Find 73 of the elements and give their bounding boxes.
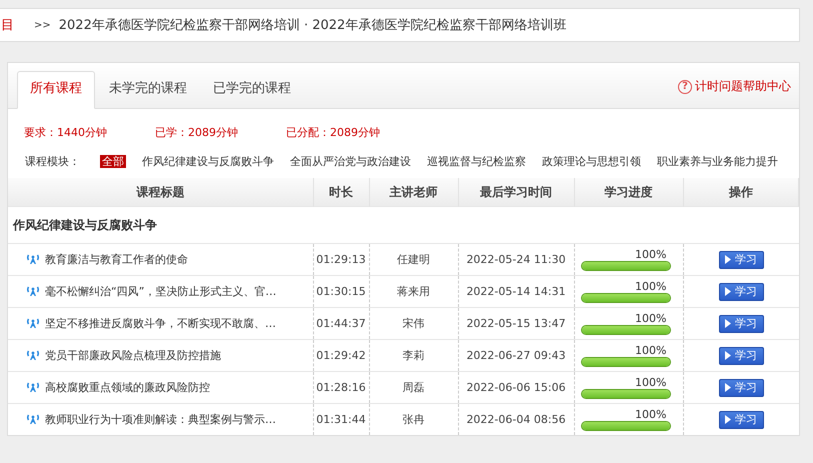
progress-percent: 100% [634, 376, 668, 388]
table-cell: 01:29:13 [313, 244, 369, 276]
table-cell: 宋伟 [369, 308, 458, 340]
table-cell: 周磊 [369, 372, 458, 404]
course-title[interactable]: 高校腐败重点领域的廉政风险防控 [45, 381, 210, 394]
table-cell: 2022-05-24 11:30 [458, 244, 574, 276]
module-filter[interactable]: 职业素养与业务能力提升 [657, 155, 778, 168]
module-label: 课程模块： [25, 155, 80, 168]
course-title[interactable]: 党员干部廉政风险点梳理及防控措施 [45, 349, 221, 362]
table-cell: 01:31:44 [313, 404, 369, 435]
module-filter[interactable]: 全面从严治党与政治建设 [290, 155, 411, 168]
breadcrumb-separator: >> [34, 20, 51, 30]
table-cell: 01:29:42 [313, 340, 369, 372]
column-header: 课程标题 [8, 178, 313, 206]
course-tab[interactable]: 已学完的课程 [201, 72, 303, 108]
broadcast-icon [26, 350, 40, 362]
broadcast-icon [26, 382, 40, 394]
table-cell: 李莉 [369, 340, 458, 372]
study-button[interactable]: 学习 [718, 282, 764, 300]
module-filter[interactable]: 政策理论与思想引领 [542, 155, 641, 168]
module-filter[interactable]: 作风纪律建设与反腐败斗争 [142, 155, 274, 168]
play-icon [725, 415, 731, 424]
group-heading: 作风纪律建设与反腐败斗争 [8, 206, 798, 244]
help-link[interactable]: 计时问题帮助中心 [695, 78, 791, 95]
table-cell: 2022-06-27 09:43 [458, 340, 574, 372]
broadcast-icon [26, 414, 40, 426]
column-header: 主讲老师 [369, 178, 458, 206]
play-icon [725, 319, 731, 328]
play-icon [725, 383, 731, 392]
table-cell: 2022-05-15 13:47 [458, 308, 574, 340]
course-title[interactable]: 教师职业行为十项准则解读：典型案例与警示… [45, 413, 276, 426]
column-header: 最后学习时间 [458, 178, 574, 206]
course-title[interactable]: 坚定不移推进反腐败斗争，不断实现不敢腐、… [45, 317, 276, 330]
progress-percent: 100% [634, 248, 668, 260]
progress-percent: 100% [634, 312, 668, 324]
study-button[interactable]: 学习 [718, 346, 764, 364]
study-button[interactable]: 学习 [718, 410, 764, 428]
module-filter[interactable]: 全部 [100, 155, 126, 168]
column-header: 学习进度 [574, 178, 683, 206]
stat-text: 要求：1440分钟 [24, 125, 107, 140]
play-icon [725, 351, 731, 360]
play-icon [725, 287, 731, 296]
module-filter[interactable]: 巡视监督与纪检监察 [427, 155, 526, 168]
table-cell: 2022-06-06 15:06 [458, 372, 574, 404]
table-cell: 01:44:37 [313, 308, 369, 340]
course-tab[interactable]: 所有课程 [17, 71, 95, 109]
stat-text: 已分配：2089分钟 [286, 125, 380, 140]
table-cell: 蒋来用 [369, 276, 458, 308]
progress-percent: 100% [634, 344, 668, 356]
broadcast-icon [26, 286, 40, 298]
study-button[interactable]: 学习 [718, 314, 764, 332]
broadcast-icon [26, 254, 40, 266]
course-title[interactable]: 教育廉洁与教育工作者的使命 [45, 253, 188, 266]
progress-percent: 100% [634, 408, 668, 420]
course-tab[interactable]: 未学完的课程 [97, 72, 199, 108]
course-title[interactable]: 毫不松懈纠治“四风”，坚决防止形式主义、官… [45, 285, 276, 298]
study-button[interactable]: 学习 [718, 378, 764, 396]
table-cell: 张冉 [369, 404, 458, 435]
broadcast-icon [26, 318, 40, 330]
table-cell: 任建明 [369, 244, 458, 276]
progress-percent: 100% [634, 280, 668, 292]
column-header: 操作 [683, 178, 798, 206]
breadcrumb-link[interactable]: 目 [1, 16, 14, 34]
table-cell: 2022-06-04 08:56 [458, 404, 574, 435]
table-cell: 2022-05-14 14:31 [458, 276, 574, 308]
breadcrumb-path: 2022年承德医学院纪检监察干部网络培训 · 2022年承德医学院纪检监察干部网络培训班 [58, 17, 566, 34]
table-cell: 01:30:15 [313, 276, 369, 308]
play-icon [725, 255, 731, 264]
table-cell: 01:28:16 [313, 372, 369, 404]
study-button[interactable]: 学习 [718, 250, 764, 268]
column-header: 时长 [313, 178, 369, 206]
stat-text: 已学：2089分钟 [155, 125, 238, 140]
help-icon: ? [678, 80, 692, 94]
